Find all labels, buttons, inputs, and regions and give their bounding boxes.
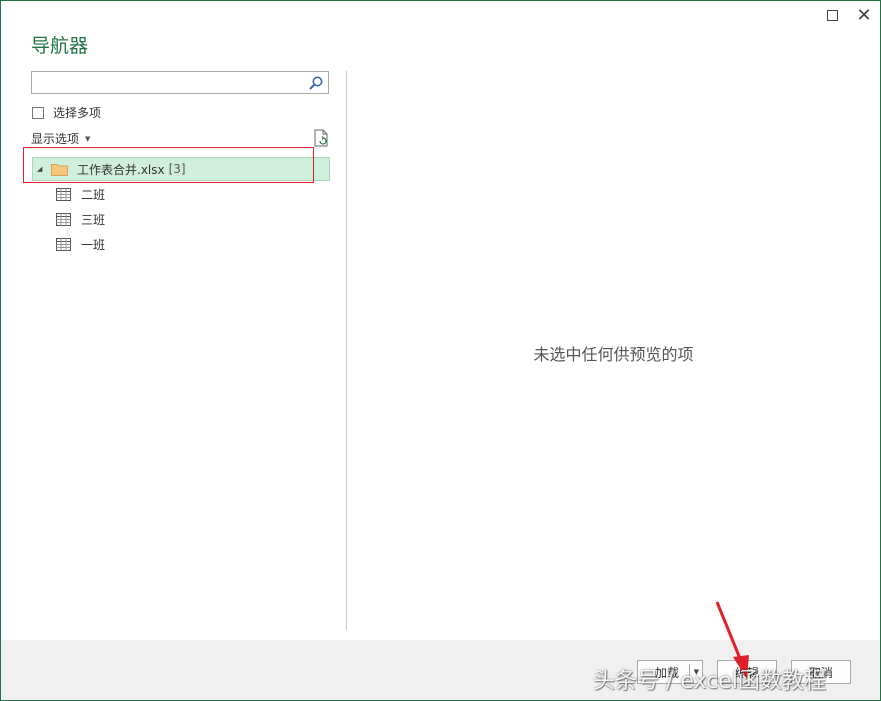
table-icon: [56, 212, 71, 226]
tree-item-workbook[interactable]: ◢ 工作表合并.xlsx [3]: [32, 157, 330, 181]
search-box[interactable]: [31, 71, 329, 94]
multi-select-label: 选择多项: [53, 106, 102, 120]
maximize-icon: [826, 9, 838, 21]
maximize-button[interactable]: [822, 5, 842, 25]
edit-button-label: 编辑: [734, 665, 759, 680]
expand-triangle-icon[interactable]: ◢: [37, 165, 47, 173]
load-button-label: 加载: [654, 665, 679, 680]
navigator-dialog: ✕ 导航器 选择多项 显示选项 ▼ ◢ 工作表合并.xlsx [3] 二班 三班…: [0, 0, 881, 701]
cancel-button[interactable]: 取消: [791, 660, 851, 684]
split-divider: [689, 664, 690, 680]
close-icon: ✕: [856, 4, 872, 26]
table-icon: [56, 237, 71, 251]
edit-button[interactable]: 编辑: [717, 660, 777, 684]
preview-empty-message: 未选中任何供预览的项: [533, 345, 694, 364]
load-button[interactable]: 加载 ▼: [637, 660, 703, 684]
close-button[interactable]: ✕: [854, 4, 874, 26]
search-input[interactable]: [35, 73, 309, 94]
refresh-icon[interactable]: [313, 129, 329, 147]
sheet-label: 三班: [81, 212, 106, 227]
search-icon[interactable]: [308, 75, 324, 91]
multi-select-option[interactable]: 选择多项: [32, 104, 101, 121]
chevron-down-icon: ▼: [85, 134, 91, 143]
display-options-label: 显示选项: [31, 132, 80, 146]
cancel-button-label: 取消: [808, 665, 833, 680]
tree-item-sheet[interactable]: 一班: [56, 234, 105, 254]
multi-select-checkbox[interactable]: [32, 106, 44, 119]
display-options-dropdown[interactable]: 显示选项 ▼: [31, 130, 90, 147]
tree-item-sheet[interactable]: 三班: [56, 209, 105, 229]
folder-icon: [51, 163, 68, 176]
table-icon: [56, 187, 71, 201]
dialog-title: 导航器: [31, 35, 89, 57]
sheet-label: 一班: [81, 237, 106, 252]
chevron-down-icon[interactable]: ▼: [694, 668, 699, 676]
workbook-label: 工作表合并.xlsx: [77, 162, 165, 177]
workbook-sheet-count: [3]: [168, 162, 186, 176]
sheet-label: 二班: [81, 187, 106, 202]
tree-item-sheet[interactable]: 二班: [56, 184, 105, 204]
